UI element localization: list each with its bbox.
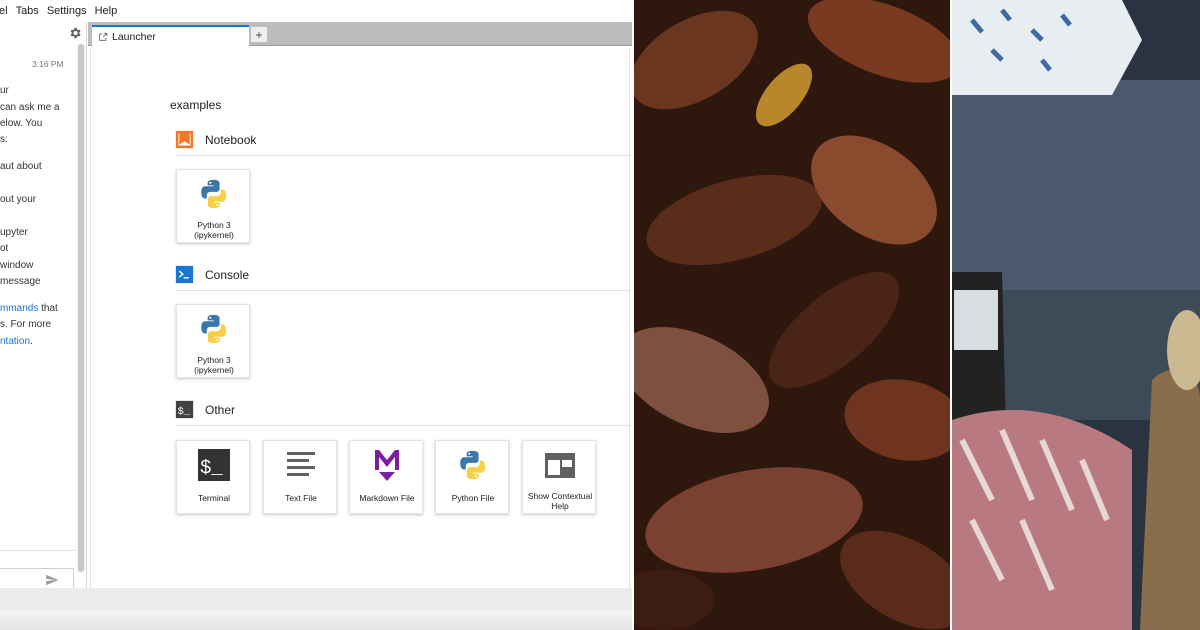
card-label: Markdown File <box>359 493 415 503</box>
chat-message-line: ot <box>0 243 9 254</box>
card-label: Terminal <box>197 493 231 503</box>
section-other: $_ Other <box>175 400 235 419</box>
chat-scrollbar[interactable] <box>77 44 85 572</box>
menubar: el Tabs Settings Help <box>0 0 632 22</box>
svg-text:$_: $_ <box>200 457 223 479</box>
launcher-tab-icon <box>99 32 108 41</box>
contextual-help-icon <box>545 453 575 478</box>
section-notebook: Notebook <box>175 130 256 149</box>
card-label: Text File <box>285 493 317 503</box>
terminal-small-icon: $_ <box>175 400 194 419</box>
menu-tabs[interactable]: Tabs <box>16 5 47 17</box>
couch-laptop-photo <box>952 0 1200 630</box>
chat-panel: 3:16 PM ur can ask me a elow. You s: aut… <box>0 22 87 610</box>
chat-message-line: can ask me a <box>0 102 60 113</box>
chat-message-line: s: <box>0 134 8 145</box>
chat-scrollbar-thumb[interactable] <box>78 44 84 572</box>
terminal-icon: $_ <box>198 449 230 481</box>
documentation-link[interactable]: ntation <box>0 336 30 347</box>
notebook-icon <box>175 130 194 149</box>
new-tab-button[interactable]: + <box>250 26 268 43</box>
menu-settings[interactable]: Settings <box>47 5 95 17</box>
chat-message-line: out your <box>0 194 37 205</box>
chat-link-suffix: that <box>38 303 58 314</box>
chat-message-line: elow. You <box>0 118 43 129</box>
card-label: Python 3 (ipykernel) <box>194 355 234 375</box>
couch-laptop-graphic <box>952 0 1200 630</box>
markdown-icon <box>375 450 399 481</box>
chat-message-line: message <box>0 276 41 287</box>
notebook-python3-card[interactable]: Python 3 (ipykernel) <box>176 169 250 243</box>
markdown-file-card[interactable]: Markdown File <box>349 440 423 514</box>
python-logo-icon <box>201 314 227 344</box>
horizontal-scrollbar[interactable] <box>0 588 632 610</box>
console-python3-card[interactable]: Python 3 (ipykernel) <box>176 304 250 378</box>
section-divider <box>175 425 631 426</box>
section-divider <box>175 290 631 291</box>
gear-icon[interactable] <box>68 26 82 40</box>
tab-launcher[interactable]: Launcher <box>92 25 249 47</box>
text-file-icon <box>287 452 315 476</box>
launcher-panel: examples Notebook Python 3 (ipykernel) C… <box>90 48 631 608</box>
text-file-card[interactable]: Text File <box>263 440 337 514</box>
section-console: Console <box>175 265 249 284</box>
terminal-card[interactable]: $_ Terminal <box>176 440 250 514</box>
chat-link-suffix: . <box>30 336 33 347</box>
main-area: Launcher + examples Notebook Python 3 (i… <box>88 22 632 610</box>
python-file-card[interactable]: Python File <box>435 440 509 514</box>
autumn-leaves-graphic <box>634 0 950 630</box>
tab-bar: Launcher + <box>88 22 632 47</box>
python-logo-icon <box>201 179 227 209</box>
section-notebook-title: Notebook <box>205 132 257 147</box>
tab-launcher-label: Launcher <box>112 31 156 43</box>
card-label: Python File <box>451 493 495 503</box>
section-divider <box>175 155 631 156</box>
commands-link[interactable]: mmands <box>0 303 38 314</box>
launcher-cwd: examples <box>170 98 222 112</box>
console-icon <box>175 265 194 284</box>
chat-timestamp: 3:16 PM <box>32 59 64 69</box>
autumn-leaves-photo <box>634 0 950 630</box>
status-strip <box>0 610 632 630</box>
svg-text:$_: $_ <box>178 406 191 418</box>
chat-message-line: aut about <box>0 161 42 172</box>
chat-message-line: window <box>0 260 34 271</box>
section-other-title: Other <box>205 402 236 417</box>
chat-message-line-with-link: ntation. <box>0 336 33 347</box>
contextual-help-card[interactable]: Show Contextual Help <box>522 440 596 514</box>
chat-message-line-with-link: mmands that <box>0 303 58 314</box>
send-icon[interactable] <box>44 573 60 587</box>
card-label: Show Contextual Help <box>527 491 593 511</box>
chat-message-line: upyter <box>0 227 28 238</box>
python-logo-icon <box>460 450 486 480</box>
chat-message-line: s. For more <box>0 319 52 330</box>
card-label: Python 3 (ipykernel) <box>194 220 234 240</box>
chat-message-line: ur <box>0 85 9 96</box>
section-console-title: Console <box>205 267 250 282</box>
menu-kernel[interactable]: el <box>0 5 16 17</box>
chat-divider <box>0 550 76 551</box>
menu-help[interactable]: Help <box>95 5 126 17</box>
